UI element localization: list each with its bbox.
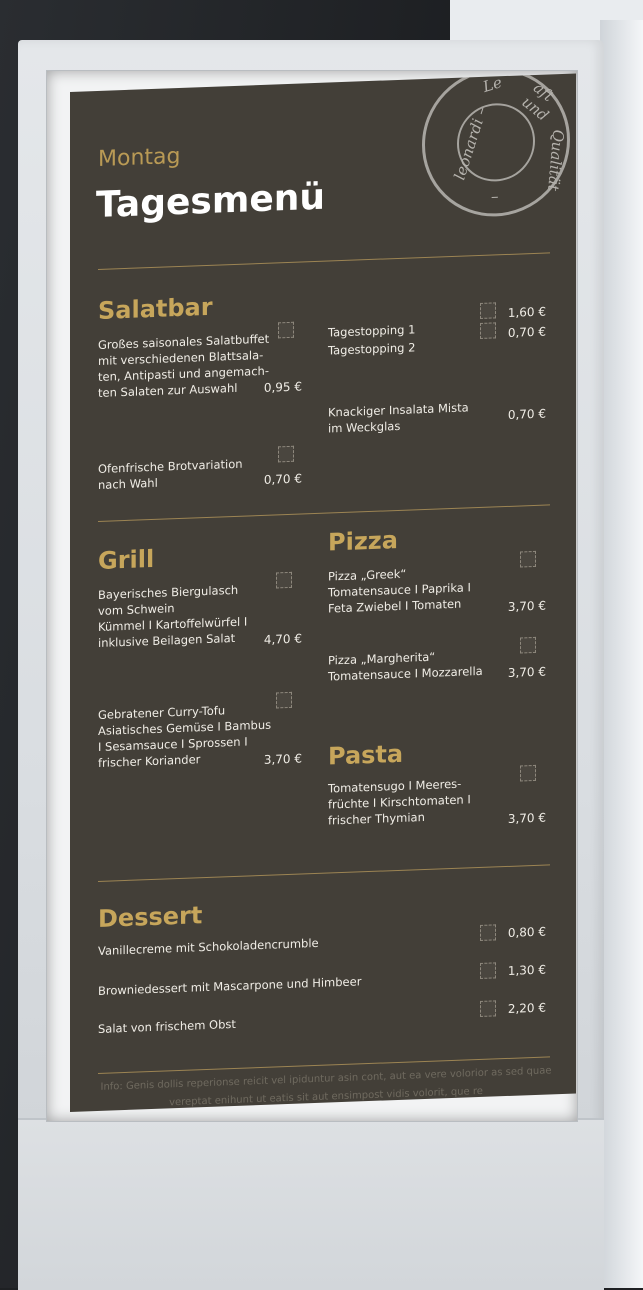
seal-text-top: Le <box>480 73 504 96</box>
menu-item: Tomatensugo I Meeres- früchte I Kirschto… <box>328 776 471 828</box>
menu-item-price: 3,70 € <box>507 810 546 826</box>
menu-item-price: 0,95 € <box>263 379 302 395</box>
section-title-salatbar: Salatbar <box>98 292 213 325</box>
menu-item: Tagestopping 1 <box>328 322 416 340</box>
menu-title: Tagesmenü <box>96 176 326 227</box>
menu-item: Bayerisches Biergulasch vom Schwein Kümm… <box>98 582 248 650</box>
checkbox[interactable] <box>480 322 496 339</box>
menu-item: Gebratener Curry-Tofu Asiatisches Gemüse… <box>98 703 272 770</box>
menu-item: Pizza „Greek“ Tomatensauce I Paprika I F… <box>328 566 471 616</box>
section-title-dessert: Dessert <box>98 901 203 933</box>
seal-text-bottom: – <box>491 189 499 208</box>
checkbox[interactable] <box>276 571 292 589</box>
menu-item: Ofenfrische Brotvariation nach Wahl <box>98 456 243 492</box>
menu-item-price: 0,70 € <box>263 471 302 487</box>
menu-screen: leonardi – Le aft und Qualität – Montag … <box>70 73 576 1113</box>
checkbox[interactable] <box>480 302 496 319</box>
menu-item-price: 0,70 € <box>507 324 546 340</box>
checkbox[interactable] <box>480 1000 496 1017</box>
menu-item-price: 0,80 € <box>507 924 546 940</box>
checkbox[interactable] <box>278 321 294 339</box>
display-stand-side <box>600 20 643 1288</box>
display-stand-base <box>18 1118 604 1290</box>
menu-item-price: 1,30 € <box>507 962 546 978</box>
menu-item: Großes saisonales Salatbuffet mit versch… <box>98 331 270 400</box>
seal-stamp: leonardi – Le aft und Qualität – <box>422 73 570 220</box>
section-title-pizza: Pizza <box>328 525 398 557</box>
menu-item: Salat von frischem Obst <box>98 1016 236 1036</box>
checkbox[interactable] <box>520 764 536 782</box>
menu-item-price: 0,70 € <box>507 406 546 422</box>
checkbox[interactable] <box>480 962 496 979</box>
checkbox[interactable] <box>480 924 496 941</box>
menu-item-price: 4,70 € <box>263 631 302 647</box>
checkbox[interactable] <box>276 691 292 709</box>
divider <box>98 864 550 882</box>
checkbox[interactable] <box>520 550 536 568</box>
seal-text-right2: Qualität <box>544 129 568 192</box>
section-title-pasta: Pasta <box>328 739 404 771</box>
menu-item-price: 3,70 € <box>507 664 546 680</box>
menu-item: Knackiger Insalata Mista im Weckglas <box>328 400 469 436</box>
menu-item-price: 1,60 € <box>507 304 546 320</box>
divider <box>98 252 550 270</box>
divider <box>98 504 550 522</box>
menu-item-price: 3,70 € <box>263 751 302 767</box>
checkbox[interactable] <box>520 636 536 654</box>
menu-day: Montag <box>98 143 181 172</box>
checkbox[interactable] <box>278 445 294 463</box>
menu-item: Vanillecreme mit Schokoladencrumble <box>98 935 319 958</box>
menu-item-price: 2,20 € <box>507 1000 546 1016</box>
menu-item-price: 3,70 € <box>507 598 546 614</box>
menu-item: Pizza „Margherita“ Tomatensauce I Mozzar… <box>328 649 483 684</box>
menu-item: Browniedessert mit Mascarpone und Himbee… <box>98 974 362 998</box>
menu-item: Tagestopping 2 <box>328 340 416 358</box>
section-title-grill: Grill <box>98 544 155 575</box>
